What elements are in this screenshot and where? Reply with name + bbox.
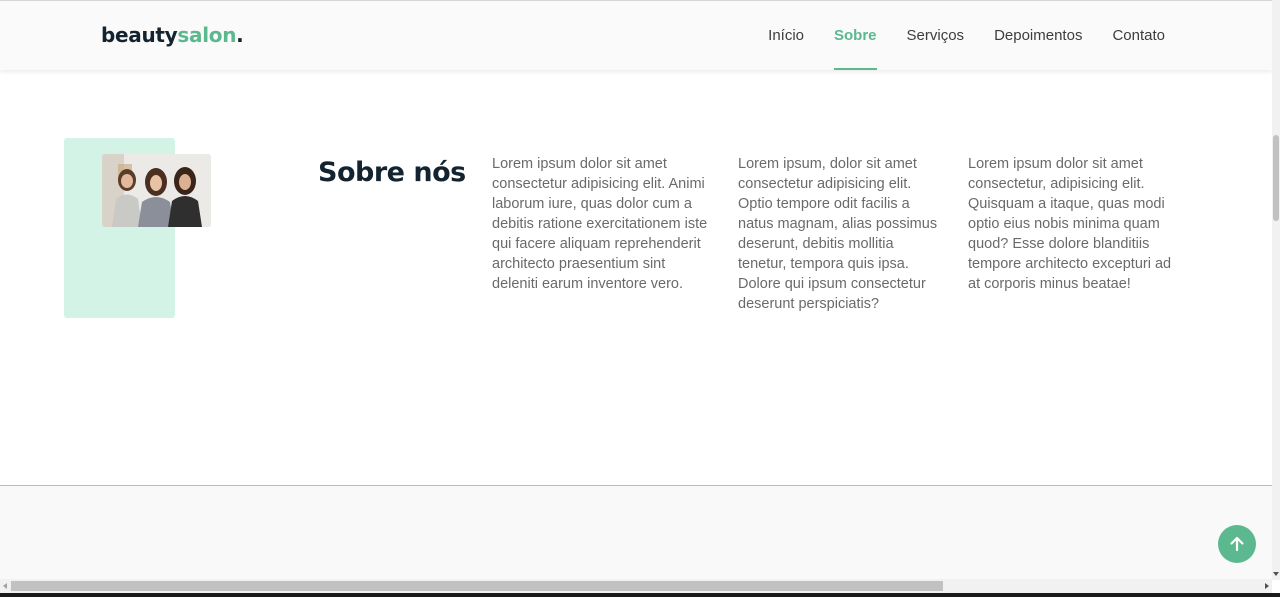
nav-item-servicos[interactable]: Serviços xyxy=(907,1,965,71)
about-paragraph-3: Lorem ipsum dolor sit amet consectetur, … xyxy=(968,156,1172,292)
about-title: Sobre nós xyxy=(318,157,466,188)
three-women-photo-icon xyxy=(102,154,211,227)
about-photo xyxy=(102,154,211,227)
logo-dot: . xyxy=(236,23,244,47)
nav-item-depoimentos[interactable]: Depoimentos xyxy=(994,1,1082,71)
vertical-scrollbar-thumb[interactable] xyxy=(1273,135,1279,221)
scroll-left-arrow-icon[interactable] xyxy=(3,583,7,589)
site-header: beautysalon. Início Sobre Serviços Depoi… xyxy=(0,0,1272,70)
about-paragraph-2: Lorem ipsum, dolor sit amet consectetur … xyxy=(738,156,938,312)
horizontal-scrollbar-thumb[interactable] xyxy=(11,581,943,591)
next-section xyxy=(0,485,1272,580)
back-to-top-button[interactable] xyxy=(1218,525,1256,563)
nav-item-inicio[interactable]: Início xyxy=(768,1,804,71)
logo-main: beauty xyxy=(101,23,178,47)
logo[interactable]: beautysalon. xyxy=(101,23,244,47)
about-paragraph-1: Lorem ipsum dolor sit amet consectetur a… xyxy=(492,156,708,292)
arrow-up-icon xyxy=(1230,536,1244,552)
scroll-down-arrow-icon[interactable] xyxy=(1273,572,1279,576)
scroll-right-arrow-icon[interactable] xyxy=(1265,583,1269,589)
main-nav: Início Sobre Serviços Depoimentos Contat… xyxy=(738,1,1165,71)
window-bottom-edge xyxy=(0,593,1280,597)
logo-accent: salon xyxy=(177,23,237,47)
horizontal-scrollbar[interactable] xyxy=(0,579,1272,593)
vertical-scrollbar[interactable] xyxy=(1272,0,1280,580)
nav-item-contato[interactable]: Contato xyxy=(1112,1,1165,71)
nav-item-sobre[interactable]: Sobre xyxy=(834,1,877,71)
